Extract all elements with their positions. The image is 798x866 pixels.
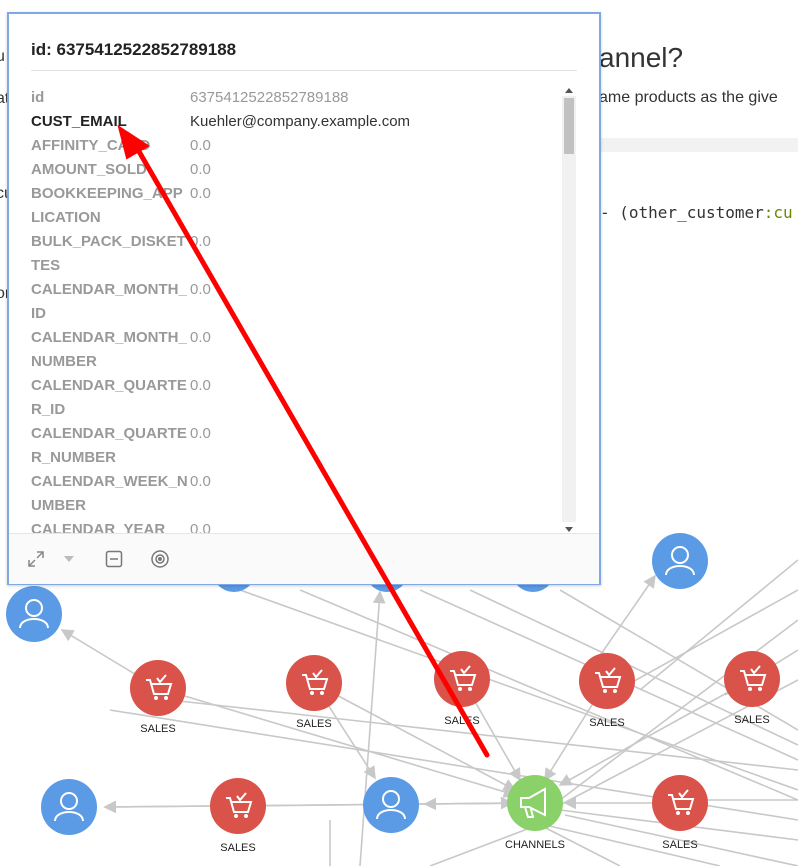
sales-node-label: SALES	[589, 717, 624, 729]
panel-toolbar	[9, 533, 599, 584]
property-row: CALENDAR_WEEK_NUMBER 0.0	[31, 470, 561, 518]
panel-title-divider	[31, 70, 577, 71]
expand-icon[interactable]	[26, 549, 46, 569]
sales-node[interactable]: SALES	[579, 653, 635, 729]
sales-node-label: SALES	[662, 839, 697, 851]
sales-node[interactable]: SALES	[210, 778, 266, 854]
property-value: 0.0	[190, 137, 211, 154]
sales-node-label: SALES	[140, 723, 175, 735]
customer-node[interactable]	[363, 777, 419, 833]
property-key: AFFINITY_CARD	[31, 137, 151, 154]
sales-node-label: SALES	[296, 718, 331, 730]
customer-node[interactable]	[6, 586, 62, 642]
property-value: 0.0	[190, 329, 211, 346]
sales-node[interactable]: SALES	[652, 775, 708, 851]
property-row: AMOUNT_SOLD 0.0	[31, 158, 561, 182]
property-key: CALENDAR_QUARTER_NUMBER	[31, 425, 187, 466]
channels-node[interactable]: CHANNELS	[505, 775, 565, 851]
property-row: id 6375412522852789188	[31, 86, 561, 110]
property-row: BOOKKEEPING_APPLICATION 0.0	[31, 182, 561, 230]
property-row: CALENDAR_QUARTER_ID 0.0	[31, 374, 561, 422]
property-row: CALENDAR_MONTH_ID 0.0	[31, 278, 561, 326]
property-key: CUST_EMAIL	[31, 113, 127, 130]
sales-node-label: SALES	[220, 842, 255, 854]
focus-target-icon[interactable]	[150, 549, 170, 569]
property-value: 0.0	[190, 233, 211, 250]
property-value: 0.0	[190, 281, 211, 298]
property-key: CALENDAR_WEEK_NUMBER	[31, 473, 188, 514]
property-value: 0.0	[190, 161, 211, 178]
property-key: CALENDAR_QUARTER_ID	[31, 377, 187, 418]
channels-node-label: CHANNELS	[505, 839, 565, 851]
collapse-icon[interactable]	[104, 549, 124, 569]
dropdown-arrow-icon[interactable]	[59, 549, 79, 569]
property-row: BULK_PACK_DISKETTES 0.0	[31, 230, 561, 278]
property-row: AFFINITY_CARD 0.0	[31, 134, 561, 158]
panel-title: id: 6375412522852789188	[31, 40, 237, 59]
property-value: 0.0	[190, 521, 211, 534]
property-value: 0.0	[190, 377, 211, 394]
property-key: CALENDAR_MONTH_ID	[31, 281, 187, 322]
node-properties-panel[interactable]: id: 6375412522852789188 id 63754125228527…	[7, 12, 601, 585]
property-key: id	[31, 89, 45, 106]
property-key: BOOKKEEPING_APPLICATION	[31, 185, 183, 226]
sales-node-label: SALES	[734, 714, 769, 726]
customer-node[interactable]	[652, 533, 708, 589]
property-key: CALENDAR_MONTH_NUMBER	[31, 329, 187, 370]
property-value: 0.0	[190, 185, 211, 202]
scroll-up-arrow-icon[interactable]	[565, 88, 573, 93]
sales-node[interactable]: SALES	[434, 651, 490, 727]
property-value: 0.0	[190, 473, 211, 490]
property-row: CALENDAR_QUARTER_NUMBER 0.0	[31, 422, 561, 470]
property-value: 6375412522852789188	[190, 89, 349, 106]
property-row: CALENDAR_MONTH_NUMBER 0.0	[31, 326, 561, 374]
scroll-thumb[interactable]	[564, 98, 574, 154]
property-value: 0.0	[190, 425, 211, 442]
properties-list[interactable]: id 6375412522852789188 CUST_EMAIL Kuehler@c…	[31, 86, 561, 534]
properties-scrollbar[interactable]	[562, 86, 576, 532]
property-key: CALENDAR_YEAR	[31, 521, 166, 534]
scroll-track[interactable]	[562, 96, 576, 522]
sales-node[interactable]: SALES	[130, 660, 186, 735]
property-value: Kuehler@company.example.com	[190, 113, 411, 130]
scroll-down-arrow-icon[interactable]	[565, 527, 573, 532]
property-row: CALENDAR_YEAR 0.0	[31, 518, 561, 534]
property-row: CUST_EMAIL Kuehler@company.example.com	[31, 110, 561, 134]
property-key: BULK_PACK_DISKETTES	[31, 233, 186, 274]
property-key: AMOUNT_SOLD	[31, 161, 147, 178]
customer-node[interactable]	[41, 779, 97, 835]
sales-node-label: SALES	[444, 715, 479, 727]
